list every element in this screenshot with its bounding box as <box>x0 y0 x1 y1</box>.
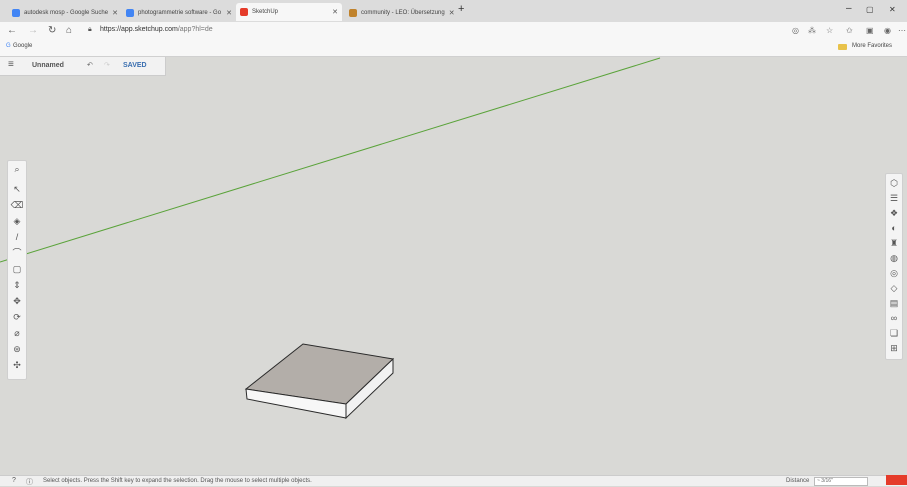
redo-icon[interactable]: ↷ <box>104 61 110 69</box>
paint-bucket-icon[interactable]: ◈ <box>8 215 26 227</box>
google-icon <box>12 9 20 17</box>
close-icon[interactable]: ✕ <box>328 8 338 16</box>
components-icon[interactable]: ❖ <box>886 207 902 219</box>
move-icon[interactable]: ✥ <box>8 295 26 307</box>
hamburger-menu-icon[interactable]: ≡ <box>8 59 14 70</box>
styles-icon[interactable]: ♜ <box>886 237 902 249</box>
google-icon: G <box>6 43 11 49</box>
outliner-icon[interactable]: ☰ <box>886 192 902 204</box>
entity-info-icon[interactable]: ⬡ <box>886 177 902 189</box>
url-field[interactable]: https://app.sketchup.com/app?hl=de <box>100 26 213 33</box>
green-axis-line <box>0 57 661 263</box>
line-pencil-icon[interactable]: / <box>8 231 26 243</box>
search-icon[interactable]: ⌕ <box>8 163 26 175</box>
instructor-icon[interactable]: ▤ <box>886 297 902 309</box>
display-icon[interactable]: ◎ <box>886 267 902 279</box>
translate-icon[interactable]: ⁂ <box>808 26 816 35</box>
tags-icon[interactable]: ◇ <box>886 282 902 294</box>
arc-icon[interactable]: ⌒ <box>8 247 26 259</box>
left-toolbar: ⌕ ↖ ⌫ ◈ / ⌒ ▢ ⇕ ✥ ⟳ ⌀ ⊛ ✣ <box>7 160 27 380</box>
favorites-bar: G Google More Favorites <box>0 40 907 57</box>
save-status: SAVED <box>123 62 147 69</box>
3d-warehouse-icon[interactable]: ⊞ <box>886 342 902 354</box>
close-window-button[interactable]: ✕ <box>889 5 896 14</box>
status-bar: ? ⓘ Select objects. Press the Shift key … <box>0 475 907 486</box>
status-instructions: Select objects. Press the Shift key to e… <box>43 478 312 484</box>
sketchup-icon <box>240 8 248 16</box>
maximize-button[interactable]: ▢ <box>866 5 874 14</box>
leo-icon <box>349 9 357 17</box>
favorite-star-icon[interactable]: ☆ <box>826 26 833 35</box>
right-panel-toolbar: ⬡ ☰ ❖ ◐ ♜ ◍ ◎ ◇ ▤ ∞ ❏ ⊞ <box>885 173 903 360</box>
materials-icon[interactable]: ◐ <box>886 222 902 234</box>
sketchup-logo-icon[interactable] <box>886 475 907 485</box>
tab-title: photogrammetrie software - Go <box>138 10 222 16</box>
model-name[interactable]: Unnamed <box>32 62 64 69</box>
tab-leo[interactable]: community - LEO: Übersetzung ✕ <box>345 4 455 22</box>
extensions-icon[interactable]: ❏ <box>886 327 902 339</box>
info-icon[interactable]: ⓘ <box>26 477 33 487</box>
collections-icon[interactable]: ▣ <box>866 26 874 35</box>
model-title-panel: ≡ Unnamed ↶ ↷ SAVED <box>0 57 166 76</box>
rectangle-icon[interactable]: ▢ <box>8 263 26 275</box>
eraser-icon[interactable]: ⌫ <box>8 199 26 211</box>
forward-button[interactable]: → <box>28 25 38 36</box>
back-button[interactable]: ← <box>7 25 17 36</box>
rotate-icon[interactable]: ⟳ <box>8 311 26 323</box>
scenes-icon[interactable]: ◍ <box>886 252 902 264</box>
tape-measure-icon[interactable]: ⌀ <box>8 327 26 339</box>
more-favorites[interactable]: More Favorites <box>852 43 892 49</box>
close-icon[interactable]: ✕ <box>222 9 232 17</box>
lock-icon: 🔒︎ <box>88 26 92 33</box>
close-icon[interactable]: ✕ <box>445 9 455 17</box>
tab-title: SketchUp <box>252 9 279 15</box>
url-main: https://app.sketchup.com <box>100 26 178 33</box>
reader-icon[interactable]: ◎ <box>792 26 799 35</box>
tab-title: autodesk mosp - Google Suche <box>24 10 109 16</box>
minimize-button[interactable]: – <box>846 3 852 14</box>
push-pull-icon[interactable]: ⇕ <box>8 279 26 291</box>
favorites-icon[interactable]: ✩ <box>846 26 853 35</box>
pan-icon[interactable]: ✣ <box>8 359 26 371</box>
address-bar: ← → ↻ ⌂ 🔒︎ https://app.sketchup.com/app?… <box>0 22 907 40</box>
browser-tab-bar: autodesk mosp - Google Suche ✕ photogram… <box>0 0 907 23</box>
tab-autodesk[interactable]: autodesk mosp - Google Suche ✕ <box>8 4 121 22</box>
3d-viewport[interactable] <box>0 57 907 475</box>
select-arrow-icon[interactable]: ↖ <box>8 183 26 195</box>
favorite-google[interactable]: Google <box>13 43 32 49</box>
refresh-button[interactable]: ↻ <box>48 25 56 36</box>
url-path: /app?hl=de <box>177 26 213 33</box>
views-icon[interactable]: ∞ <box>886 312 902 324</box>
home-button[interactable]: ⌂ <box>66 25 72 36</box>
undo-icon[interactable]: ↶ <box>87 61 93 69</box>
measurements-label: Distance <box>786 478 810 484</box>
help-icon[interactable]: ? <box>12 477 16 484</box>
more-menu-icon[interactable]: ⋯ <box>898 26 906 35</box>
orbit-icon[interactable]: ⊛ <box>8 343 26 355</box>
new-tab-button[interactable]: + <box>458 3 464 15</box>
viewport-canvas[interactable] <box>0 57 907 475</box>
tab-photogrammetrie[interactable]: photogrammetrie software - Go ✕ <box>122 4 236 22</box>
google-icon <box>126 9 134 17</box>
tab-sketchup[interactable]: SketchUp ✕ <box>236 3 342 21</box>
tab-title: community - LEO: Übersetzung <box>361 10 445 16</box>
folder-icon <box>838 44 847 50</box>
profile-icon[interactable]: ◉ <box>884 26 891 35</box>
close-icon[interactable]: ✕ <box>108 9 118 17</box>
